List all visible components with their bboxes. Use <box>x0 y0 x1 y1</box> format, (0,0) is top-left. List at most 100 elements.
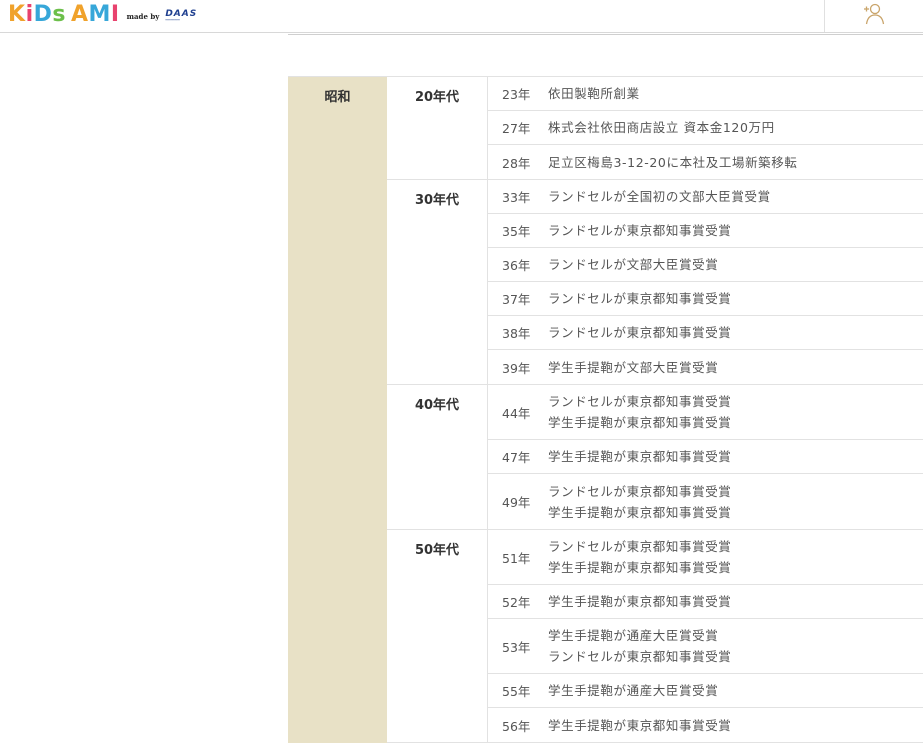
event-list: 51年 ランドセルが東京都知事賞受賞 学生手提鞄が東京都知事賞受賞 52年 学生手提鞄が… <box>488 530 923 742</box>
kids-ami-logo: KiDs AMI <box>8 4 120 26</box>
event-line: 学生手提鞄が通産大臣賞受賞 <box>548 628 719 643</box>
decade-label: 40年代 <box>387 385 488 529</box>
decade-label: 30年代 <box>387 180 488 384</box>
event-description: 足立区梅島3-12-20に本社及工場新築移転 <box>548 152 798 173</box>
event-year: 56年 <box>502 718 531 734</box>
event-list: 44年 ランドセルが東京都知事賞受賞 学生手提鞄が東京都知事賞受賞 47年 学生手提鞄が… <box>488 385 923 529</box>
logo-letter: D <box>33 2 53 27</box>
event-line: ランドセルが全国初の文部大臣賞受賞 <box>548 189 771 204</box>
event-line: 株式会社依田商店設立 資本金120万円 <box>548 120 775 135</box>
event-year: 49年 <box>502 495 531 510</box>
account-button[interactable] <box>858 1 890 27</box>
decade-group: 30年代 33年 ランドセルが全国初の文部大臣賞受賞 35年 ランドセルが東京都知事賞受… <box>387 180 923 385</box>
event-line: 学生手提鞄が東京都知事賞受賞 <box>548 560 732 575</box>
event-row: 53年 学生手提鞄が通産大臣賞受賞 ランドセルが東京都知事賞受賞 <box>488 619 923 674</box>
event-line: 学生手提鞄が東京都知事賞受賞 <box>548 415 732 430</box>
event-year: 36年 <box>502 258 531 273</box>
event-line: 学生手提鞄が通産大臣賞受賞 <box>548 683 719 698</box>
event-line: 足立区梅島3-12-20に本社及工場新築移転 <box>548 154 798 170</box>
event-line: 依田製鞄所創業 <box>548 86 640 101</box>
event-row: 44年 ランドセルが東京都知事賞受賞 学生手提鞄が東京都知事賞受賞 <box>488 385 923 440</box>
event-row: 49年 ランドセルが東京都知事賞受賞 学生手提鞄が東京都知事賞受賞 <box>488 474 923 529</box>
event-description: ランドセルが東京都知事賞受賞 <box>548 288 731 309</box>
event-line: 学生手提鞄が東京都知事賞受賞 <box>548 717 732 733</box>
event-description: 学生手提鞄が東京都知事賞受賞 <box>548 715 731 736</box>
event-year: 52年 <box>502 595 531 610</box>
event-description: ランドセルが東京都知事賞受賞 <box>548 322 731 343</box>
event-year: 37年 <box>502 292 531 307</box>
event-row: 55年 学生手提鞄が通産大臣賞受賞 <box>488 674 923 708</box>
event-year: 44年 <box>502 405 531 421</box>
made-by-label: made by <box>126 11 160 21</box>
logo-letter: s <box>52 2 66 27</box>
event-year: 27年 <box>502 121 531 136</box>
event-description: 学生手提鞄が通産大臣賞受賞 <box>548 680 718 701</box>
logo-letter: i <box>25 2 34 27</box>
event-row: 36年 ランドセルが文部大臣賞受賞 <box>488 248 923 282</box>
event-description: ランドセルが東京都知事賞受賞 学生手提鞄が東京都知事賞受賞 <box>548 536 731 578</box>
event-year: 33年 <box>502 190 531 205</box>
content-divider <box>288 34 923 35</box>
event-description: ランドセルが東京都知事賞受賞 学生手提鞄が東京都知事賞受賞 <box>548 391 731 433</box>
event-line: ランドセルが文部大臣賞受賞 <box>548 257 719 272</box>
add-user-icon <box>864 3 885 25</box>
era-group: 昭和 20年代 23年 依田製鞄所創業 27年 株式会社依田商店設立 資本金120万円 2… <box>288 77 923 743</box>
decade-group: 50年代 51年 ランドセルが東京都知事賞受賞 学生手提鞄が東京都知事賞受賞 52年 学生… <box>387 530 923 743</box>
event-description: 学生手提鞄が文部大臣賞受賞 <box>548 357 718 378</box>
event-description: 学生手提鞄が通産大臣賞受賞 ランドセルが東京都知事賞受賞 <box>548 625 731 667</box>
event-row: 38年 ランドセルが東京都知事賞受賞 <box>488 316 923 350</box>
event-line: 学生手提鞄が文部大臣賞受賞 <box>548 359 719 375</box>
event-line: ランドセルが東京都知事賞受賞 <box>548 483 732 499</box>
decade-group: 40年代 44年 ランドセルが東京都知事賞受賞 学生手提鞄が東京都知事賞受賞 47年 学生… <box>387 385 923 530</box>
event-year: 35年 <box>502 224 531 239</box>
event-line: ランドセルが東京都知事賞受賞 <box>548 223 732 238</box>
event-year: 53年 <box>502 639 531 655</box>
event-year: 28年 <box>502 155 531 171</box>
event-row: 39年 学生手提鞄が文部大臣賞受賞 <box>488 350 923 384</box>
era-label: 昭和 <box>288 77 387 743</box>
decade-label: 50年代 <box>387 530 488 742</box>
decade-list: 20年代 23年 依田製鞄所創業 27年 株式会社依田商店設立 資本金120万円 28年 足… <box>387 77 923 743</box>
event-description: 依田製鞄所創業 <box>548 83 640 104</box>
event-list: 33年 ランドセルが全国初の文部大臣賞受賞 35年 ランドセルが東京都知事賞受賞 36年… <box>488 180 923 384</box>
event-row: 27年 株式会社依田商店設立 資本金120万円 <box>488 111 923 145</box>
logo-letter: K <box>8 2 26 27</box>
event-line: ランドセルが東京都知事賞受賞 <box>548 325 732 340</box>
event-year: 39年 <box>502 360 531 376</box>
event-row: 33年 ランドセルが全国初の文部大臣賞受賞 <box>488 180 923 214</box>
event-description: 株式会社依田商店設立 資本金120万円 <box>548 117 775 138</box>
event-description: ランドセルが全国初の文部大臣賞受賞 <box>548 186 771 207</box>
event-row: 23年 依田製鞄所創業 <box>488 77 923 111</box>
event-row: 37年 ランドセルが東京都知事賞受賞 <box>488 282 923 316</box>
event-row: 56年 学生手提鞄が東京都知事賞受賞 <box>488 708 923 742</box>
event-description: 学生手提鞄が東京都知事賞受賞 <box>548 591 731 612</box>
event-line: ランドセルが東京都知事賞受賞 <box>548 539 732 554</box>
event-line: 学生手提鞄が東京都知事賞受賞 <box>548 449 732 464</box>
company-logo: DAAS ━━━━━━━━ <box>165 9 197 22</box>
event-year: 51年 <box>502 550 531 566</box>
event-line: ランドセルが東京都知事賞受賞 <box>548 291 732 306</box>
logo-letter: M <box>88 2 111 27</box>
site-logo-link[interactable]: KiDs AMI made by DAAS ━━━━━━━━ <box>8 1 197 29</box>
company-logo-sub: ━━━━━━━━ <box>165 17 180 22</box>
logo-letter: A <box>70 2 89 27</box>
event-description: ランドセルが東京都知事賞受賞 <box>548 220 731 241</box>
event-line: 学生手提鞄が東京都知事賞受賞 <box>548 504 732 520</box>
event-row: 47年 学生手提鞄が東京都知事賞受賞 <box>488 440 923 474</box>
event-year: 38年 <box>502 326 531 341</box>
event-description: ランドセルが文部大臣賞受賞 <box>548 254 718 275</box>
decade-group: 20年代 23年 依田製鞄所創業 27年 株式会社依田商店設立 資本金120万円 28年 足… <box>387 77 923 180</box>
event-row: 52年 学生手提鞄が東京都知事賞受賞 <box>488 585 923 619</box>
logo-letter: I <box>110 2 120 27</box>
event-line: 学生手提鞄が東京都知事賞受賞 <box>548 594 732 609</box>
event-row: 35年 ランドセルが東京都知事賞受賞 <box>488 214 923 248</box>
header-divider <box>824 0 825 32</box>
history-table: 昭和 20年代 23年 依田製鞄所創業 27年 株式会社依田商店設立 資本金120万円 2… <box>288 76 923 743</box>
event-line: ランドセルが東京都知事賞受賞 <box>548 649 732 664</box>
event-line: ランドセルが東京都知事賞受賞 <box>548 394 732 409</box>
decade-label: 20年代 <box>387 77 488 179</box>
event-year: 47年 <box>502 450 531 465</box>
event-year: 23年 <box>502 87 531 102</box>
event-row: 51年 ランドセルが東京都知事賞受賞 学生手提鞄が東京都知事賞受賞 <box>488 530 923 585</box>
event-description: ランドセルが東京都知事賞受賞 学生手提鞄が東京都知事賞受賞 <box>548 481 731 523</box>
